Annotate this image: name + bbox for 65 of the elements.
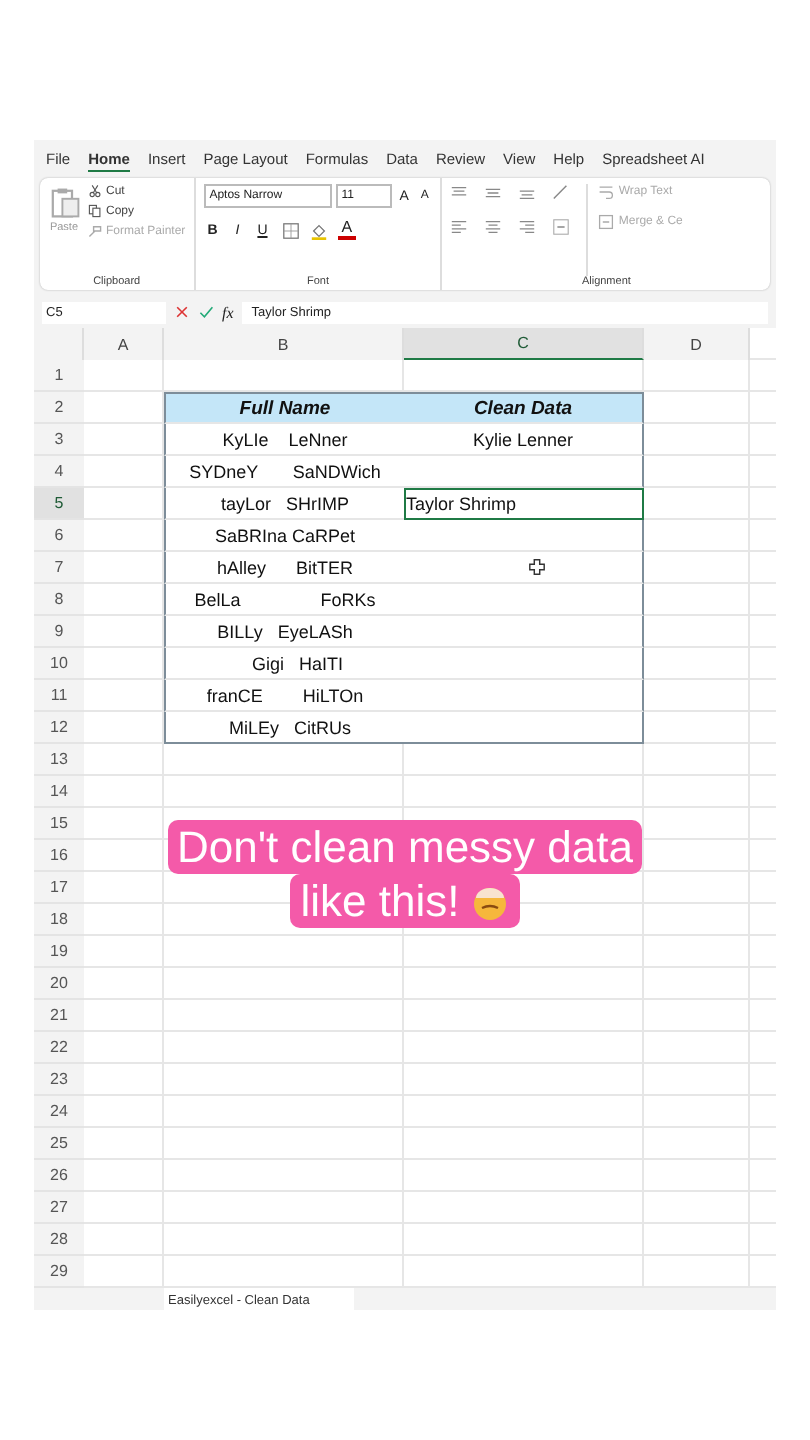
row-header[interactable]: 29 (34, 1256, 84, 1288)
row-header[interactable]: 28 (34, 1224, 84, 1256)
row-header[interactable]: 8 (34, 584, 84, 616)
row-header[interactable]: 24 (34, 1096, 84, 1128)
align-right-icon[interactable] (518, 218, 537, 236)
row-header[interactable]: 27 (34, 1192, 84, 1224)
row-header[interactable]: 21 (34, 1000, 84, 1032)
row-header[interactable]: 12 (34, 712, 84, 744)
table-cell: Gigi HaITI (164, 648, 404, 680)
table-cell: BelLa FoRKs (164, 584, 404, 616)
align-center-icon[interactable] (484, 218, 503, 236)
caption-text: like this! (290, 874, 520, 928)
column-header[interactable]: A (84, 328, 164, 360)
check-icon[interactable] (198, 304, 214, 320)
scissors-icon[interactable] (88, 184, 102, 198)
font-color-button[interactable]: A (337, 220, 357, 240)
column-header[interactable]: D (644, 328, 750, 360)
fill-color-icon[interactable] (309, 221, 328, 239)
row-header[interactable]: 15 (34, 808, 84, 840)
row-header[interactable]: 11 (34, 680, 84, 712)
table-cell: Taylor Shrimp (404, 488, 644, 520)
align-left-icon[interactable] (450, 218, 469, 236)
row-header[interactable]: 22 (34, 1032, 84, 1064)
table-cell: BILLy EyeLASh (164, 616, 404, 648)
row-header[interactable]: 6 (34, 520, 84, 552)
row-header[interactable]: 4 (34, 456, 84, 488)
row-header[interactable]: 23 (34, 1064, 84, 1096)
table-cell: hAlley BitTER (164, 552, 404, 584)
insert-function-button[interactable]: fx (222, 303, 234, 321)
merge-icon[interactable] (598, 214, 615, 230)
table-header-cell: Full Name (164, 392, 404, 424)
row-header[interactable]: 14 (34, 776, 84, 808)
table-cell: SaBRIna CaRPet (164, 520, 404, 552)
row-header[interactable]: 17 (34, 872, 84, 904)
row-header[interactable]: 2 (34, 392, 84, 424)
row-header[interactable]: 1 (34, 360, 84, 392)
caption-text: Don't clean messy data (167, 820, 643, 874)
borders-icon[interactable] (281, 221, 300, 239)
row-header[interactable]: 5 (34, 488, 84, 520)
row-header[interactable]: 20 (34, 968, 84, 1000)
table-cell: franCE HiLTOn (164, 680, 404, 712)
table-cell: KyLIe LeNner (164, 424, 404, 456)
row-header[interactable]: 3 (34, 424, 84, 456)
copy-icon[interactable] (88, 204, 102, 218)
column-header[interactable]: C (404, 328, 644, 360)
row-header[interactable]: 19 (34, 936, 84, 968)
row-header[interactable]: 13 (34, 744, 84, 776)
table-cell: SYDneY SaNDWich (164, 456, 404, 488)
row-header[interactable]: 10 (34, 648, 84, 680)
table-header-cell: Clean Data (404, 392, 644, 424)
wrap-text-icon[interactable] (598, 184, 615, 200)
paintbrush-icon[interactable] (88, 224, 102, 238)
row-header[interactable]: 26 (34, 1160, 84, 1192)
cursor-icon (528, 558, 546, 576)
cancel-icon[interactable] (174, 304, 190, 320)
column-header[interactable]: B (164, 328, 404, 360)
row-header[interactable]: 7 (34, 552, 84, 584)
row-header[interactable]: 16 (34, 840, 84, 872)
table-cell: MiLEy CitRUs (164, 712, 404, 744)
clipboard-icon[interactable] (48, 184, 80, 220)
row-header[interactable]: 25 (34, 1128, 84, 1160)
row-header[interactable]: 18 (34, 904, 84, 936)
table-cell: tayLor SHrIMP (164, 488, 404, 520)
align-middle-icon[interactable] (484, 184, 503, 202)
row-header[interactable]: 9 (34, 616, 84, 648)
